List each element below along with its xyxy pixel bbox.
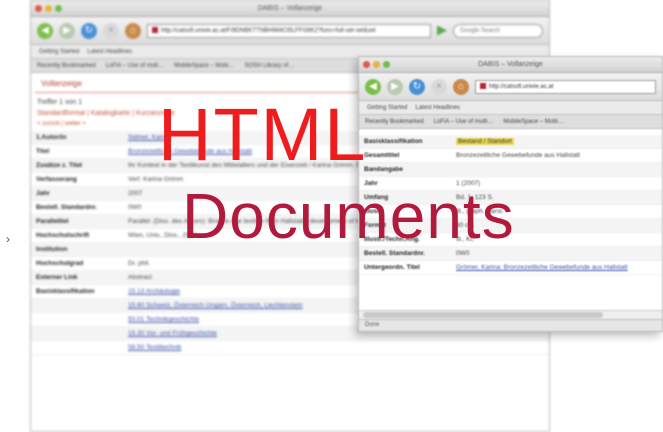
back-arrow-icon[interactable]: ◀ [37,22,53,39]
front-window-controls [363,61,390,68]
chevron-right-icon: › [6,232,10,246]
overlay-title-documents: Documents [182,180,515,252]
tab-mobilespace[interactable]: MobileSpace – Mobi… [174,63,234,69]
bookmark-latest-headlines[interactable]: Latest Headlines [87,49,132,55]
front-tab-lofia[interactable]: LoFiA – Use of multi… [434,119,494,125]
horizontal-scrollbar[interactable] [359,310,662,319]
favicon-icon [152,26,158,33]
front-bookmarks-bar: Getting Started Latest Headlines [359,101,662,115]
field-label: Bandangabe [359,162,451,177]
front-back-arrow-icon[interactable]: ◀ [365,78,381,95]
close-window-button[interactable] [35,5,42,12]
scrollbar-thumb[interactable] [363,312,603,318]
field-label [31,326,123,341]
front-stop-icon[interactable]: × [431,78,447,95]
field-value: Bestand / Standort [451,135,662,149]
field-label: Zusätze z. Titel [31,158,123,173]
field-label [31,312,123,327]
front-tab-strip: Recently Bookmarked LoFiA – Use of multi… [359,115,662,129]
front-tab-mobilespace[interactable]: MobileSpace – Mobi… [503,119,563,125]
front-navigation-toolbar: ◀ ▶ ↻ × ⌂ http://catsofi.univie.ac.at [359,73,662,101]
field-label [31,298,123,313]
record-row: Untergeordn. Titel Grömer, Karina: Bronze… [359,260,662,275]
tab-recently-bookmarked[interactable]: Recently Bookmarked [37,63,96,69]
tab-lofia[interactable]: LoFiA – Use of mult… [106,63,164,69]
status-bar: Done [359,319,662,331]
field-label: Parallelitel [31,214,123,229]
front-minimize-window-button[interactable] [373,61,380,68]
field-label: Hochschulgrad [31,256,123,271]
window-controls [35,5,62,12]
back-address-bar[interactable]: http://catsofi.univie.ac.at/F/8DNBKTTNBH… [147,23,431,38]
field-value-link[interactable]: Grömer, Karina: Bronzezeitliche Gewebefu… [451,260,662,275]
field-label: Bestell. Standardnr. [31,200,123,215]
zoom-window-button[interactable] [55,5,62,12]
field-label: Verfasserang [31,172,123,187]
field-label [31,340,123,355]
record-row: Bandangabe [359,162,662,177]
bookmark-getting-started[interactable]: Getting Started [39,49,79,55]
back-window-title: DABIS – Vollanzeige [257,5,323,12]
stop-icon[interactable]: × [103,22,119,39]
field-label: Jahr [31,186,123,201]
field-label: Basisklassifikation [359,135,451,149]
front-forward-arrow-icon[interactable]: ▶ [387,78,403,95]
front-tab-recently-bookmarked[interactable]: Recently Bookmarked [365,119,424,125]
go-arrow-icon[interactable] [437,25,447,36]
field-label: Basisklassifikation [31,284,123,299]
reload-icon[interactable]: ↻ [81,22,97,39]
record-row: 58.50 Textiltechnik [31,340,549,355]
field-label: Titel [31,144,123,159]
record-row: Basisklassifikation Bestand / Standort [359,135,662,149]
home-icon[interactable]: ⌂ [125,22,141,39]
front-favicon-icon [480,82,486,89]
front-bookmark-getting-started[interactable]: Getting Started [367,105,407,111]
forward-arrow-icon[interactable]: ▶ [59,22,75,39]
field-label: 1.Autor/in [31,131,123,145]
back-window-titlebar: DABIS – Vollanzeige [31,1,549,17]
field-value [451,162,662,177]
tab-sosh-library[interactable]: SOSH Library of… [244,63,294,69]
front-home-icon[interactable]: ⌂ [453,78,469,95]
field-label: Gesamttitel [359,148,451,163]
field-label: Hochschulschrift [31,228,123,243]
front-address-bar[interactable]: http://catsofi.univie.ac.at [475,79,656,94]
field-value: Bronzezeitliche Gewebefunde aus Hallstat… [451,148,662,163]
field-label: Untergeordn. Titel [359,260,451,275]
field-label: Externer Link [31,270,123,285]
record-row: Gesamttitel Bronzezeitliche Gewebefunde a… [359,148,662,163]
back-navigation-toolbar: ◀ ▶ ↻ × ⌂ http://catsofi.univie.ac.at/F/… [31,17,549,45]
field-value-link[interactable]: 58.50 Textiltechnik [123,340,549,355]
front-zoom-window-button[interactable] [383,61,390,68]
front-window-titlebar: DABIS – Vollanzeige [359,57,662,73]
front-bookmark-latest-headlines[interactable]: Latest Headlines [415,105,460,111]
search-input[interactable]: Google Search [453,23,543,38]
field-label: Institution [31,242,123,257]
overlay-title-html: HTML [158,93,368,176]
front-reload-icon[interactable]: ↻ [409,78,425,95]
front-close-window-button[interactable] [363,61,370,68]
highlighted-value: Bestand / Standort [456,138,514,145]
minimize-window-button[interactable] [45,5,52,12]
front-window-title: DABIS – Vollanzeige [478,61,543,68]
